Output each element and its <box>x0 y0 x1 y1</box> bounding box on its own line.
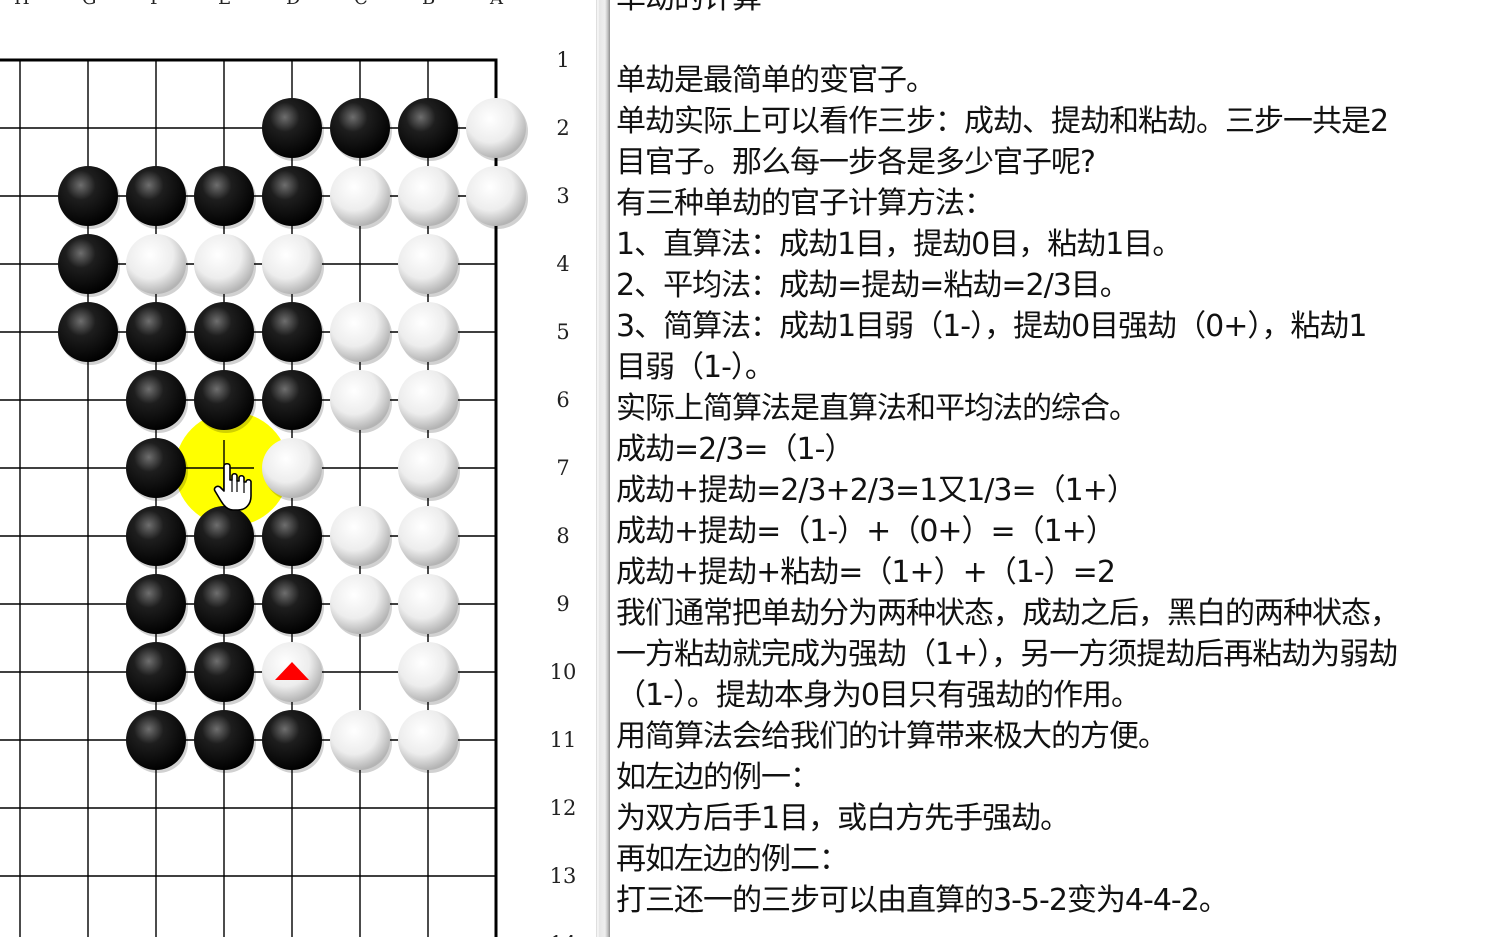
commentary-line: 3、简算法：成劫1目弱（1-），提劫0目强劫（0+），粘劫1 <box>616 309 1367 344</box>
white-stone[interactable] <box>398 302 460 365</box>
commentary-line: 单劫是最简单的变官子。 <box>616 63 936 98</box>
black-stone[interactable] <box>262 166 324 229</box>
black-stone[interactable] <box>126 642 188 705</box>
go-board-panel[interactable]: HGFEDCBA1234567891011121314 <box>0 0 596 937</box>
black-stone[interactable] <box>194 642 256 705</box>
white-stone[interactable] <box>330 302 392 365</box>
row-label: 13 <box>550 864 577 888</box>
row-label: 9 <box>556 592 569 616</box>
commentary-line: 如左边的例一： <box>616 760 820 795</box>
commentary-line: 再如左边的例二： <box>616 842 849 877</box>
row-label: 10 <box>550 660 577 684</box>
black-stone[interactable] <box>194 302 256 365</box>
black-stone[interactable] <box>194 710 256 773</box>
go-board[interactable]: HGFEDCBA1234567891011121314 <box>0 0 596 937</box>
commentary-line: 2、平均法：成劫=提劫=粘劫=2/3目。 <box>616 268 1130 303</box>
black-stone[interactable] <box>262 98 324 161</box>
black-stone[interactable] <box>262 302 324 365</box>
commentary-title: 单劫的计算 <box>616 0 1496 19</box>
commentary-line: 目弱（1-）。 <box>616 350 775 385</box>
black-stone[interactable] <box>194 166 256 229</box>
black-stone[interactable] <box>58 234 120 297</box>
black-stone[interactable] <box>194 574 256 637</box>
white-stone[interactable] <box>126 234 188 297</box>
black-stone[interactable] <box>330 98 392 161</box>
row-label: 7 <box>556 456 569 480</box>
black-stone[interactable] <box>126 574 188 637</box>
black-stone[interactable] <box>126 302 188 365</box>
commentary-line: 1、直算法：成劫1目，提劫0目，粘劫1目。 <box>616 227 1182 262</box>
white-stone[interactable] <box>262 642 324 705</box>
white-stone[interactable] <box>398 234 460 297</box>
commentary-line: 目官子。那么每一步各是多少官子呢? <box>616 145 1096 180</box>
commentary-line <box>616 19 1496 60</box>
black-stone[interactable] <box>262 574 324 637</box>
row-label: 6 <box>556 388 569 412</box>
black-stone[interactable] <box>262 506 324 569</box>
white-stone[interactable] <box>398 370 460 433</box>
row-label: 11 <box>550 728 577 752</box>
commentary-line: 我们通常把单劫分为两种状态，成劫之后，黑白的两种状态， <box>616 596 1400 631</box>
black-stone[interactable] <box>262 370 324 433</box>
commentary-line: 成劫+提劫=（1-）+（0+）=（1+） <box>616 514 1116 549</box>
row-label: 8 <box>556 524 569 548</box>
white-stone[interactable] <box>398 166 460 229</box>
row-label: 12 <box>550 796 577 820</box>
commentary-panel[interactable]: 单劫的计算单劫是最简单的变官子。单劫实际上可以看作三步：成劫、提劫和粘劫。三步一… <box>610 0 1500 937</box>
white-stone[interactable] <box>398 438 460 501</box>
commentary-line: 打三还一的三步可以由直算的3-5-2变为4-4-2。 <box>616 883 1229 918</box>
black-stone[interactable] <box>126 166 188 229</box>
row-label: 3 <box>556 184 569 208</box>
commentary-line: 单劫实际上可以看作三步：成劫、提劫和粘劫。三步一共是2 <box>616 104 1389 139</box>
black-stone[interactable] <box>126 710 188 773</box>
black-stone[interactable] <box>126 370 188 433</box>
commentary-line: 为双方后手1目，或白方先手强劫。 <box>616 801 1070 836</box>
commentary-line: 成劫+提劫+粘劫=（1+）+（1-）=2 <box>616 555 1116 590</box>
white-stone[interactable] <box>466 166 528 229</box>
white-stone[interactable] <box>194 234 256 297</box>
column-label: B <box>422 0 435 9</box>
column-label: F <box>150 0 163 9</box>
row-label: 2 <box>556 116 569 140</box>
black-stone[interactable] <box>58 302 120 365</box>
commentary-line: 用简算法会给我们的计算带来极大的方便。 <box>616 719 1168 754</box>
column-label: A <box>489 0 504 9</box>
white-stone[interactable] <box>398 506 460 569</box>
row-label: 14 <box>550 932 577 937</box>
column-label: D <box>286 0 300 9</box>
white-stone[interactable] <box>330 506 392 569</box>
white-stone[interactable] <box>398 710 460 773</box>
black-stone[interactable] <box>126 506 188 569</box>
commentary-line: （1-）。提劫本身为0目只有强劫的作用。 <box>616 678 1141 713</box>
white-stone[interactable] <box>330 370 392 433</box>
commentary-line: 成劫=2/3=（1-） <box>616 432 854 467</box>
row-label: 5 <box>556 320 569 344</box>
commentary-text: 单劫的计算单劫是最简单的变官子。单劫实际上可以看作三步：成劫、提劫和粘劫。三步一… <box>616 0 1496 921</box>
column-label: G <box>82 0 96 9</box>
black-stone[interactable] <box>58 166 120 229</box>
commentary-line: 有三种单劫的官子计算方法： <box>616 186 994 221</box>
white-stone[interactable] <box>398 574 460 637</box>
white-stone[interactable] <box>330 710 392 773</box>
white-stone[interactable] <box>330 574 392 637</box>
pane-splitter[interactable] <box>596 0 610 937</box>
commentary-line: 成劫+提劫=2/3+2/3=1又1/3=（1+） <box>616 473 1137 508</box>
row-label: 4 <box>556 252 569 276</box>
white-stone[interactable] <box>398 642 460 705</box>
white-stone[interactable] <box>262 234 324 297</box>
black-stone[interactable] <box>398 98 460 161</box>
commentary-line: 一方粘劫就完成为强劫（1+），另一方须提劫后再粘劫为弱劫 <box>616 637 1398 672</box>
black-stone[interactable] <box>262 710 324 773</box>
commentary-line: 实际上简算法是直算法和平均法的综合。 <box>616 391 1139 426</box>
white-stone[interactable] <box>466 98 528 161</box>
row-label: 1 <box>556 48 569 72</box>
column-label: C <box>354 0 368 9</box>
black-stone[interactable] <box>126 438 188 501</box>
column-label: H <box>14 0 30 9</box>
white-stone[interactable] <box>330 166 392 229</box>
column-label: E <box>218 0 231 9</box>
